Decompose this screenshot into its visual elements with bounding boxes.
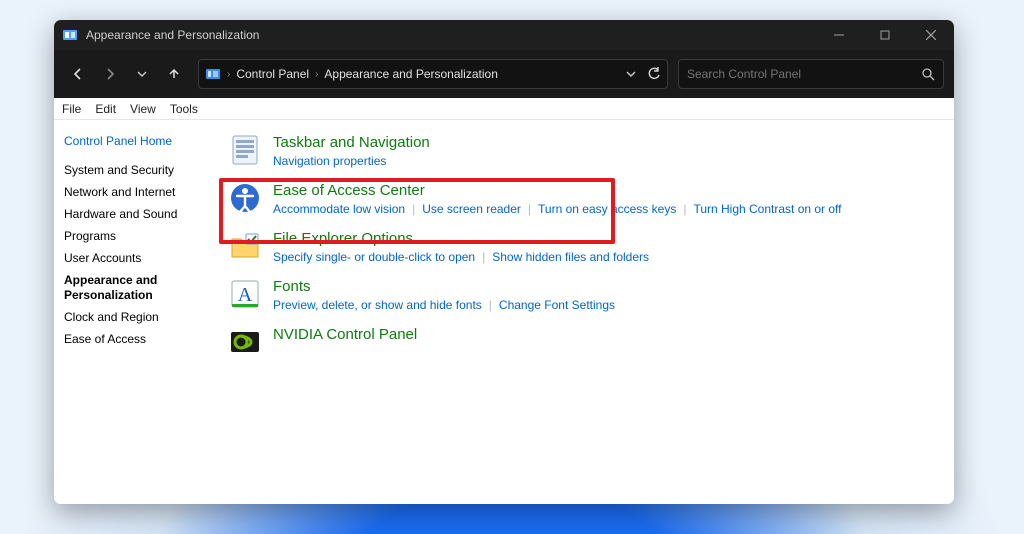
window-title: Appearance and Personalization (86, 28, 259, 42)
category-row: Taskbar and Navigation Navigation propert… (229, 134, 944, 168)
category-row: File Explorer Options Specify single- or … (229, 230, 944, 264)
category-sublink[interactable]: Turn High Contrast on or off (693, 202, 841, 216)
chevron-right-icon: › (315, 69, 318, 80)
titlebar: Appearance and Personalization (54, 20, 954, 50)
separator: | (683, 202, 686, 216)
category-row: NVIDIA Control Panel (229, 326, 944, 358)
breadcrumb-leaf[interactable]: Appearance and Personalization (324, 67, 497, 81)
category-sublink[interactable]: Change Font Settings (499, 298, 615, 312)
menu-tools[interactable]: Tools (170, 102, 198, 116)
close-button[interactable] (908, 20, 954, 50)
back-button[interactable] (64, 60, 92, 88)
content-body: Control Panel Home System and Security Ne… (54, 120, 954, 504)
category-sublink[interactable]: Preview, delete, or show and hide fonts (273, 298, 482, 312)
category-row: A Fonts Preview, delete, or show and hide … (229, 278, 944, 312)
sidebar-item[interactable]: Ease of Access (64, 332, 209, 347)
menu-view[interactable]: View (130, 102, 156, 116)
category-title[interactable]: Fonts (273, 278, 615, 296)
menu-file[interactable]: File (62, 102, 81, 116)
fonts-icon: A (229, 278, 261, 310)
taskbar-icon (229, 134, 261, 166)
control-panel-home-link[interactable]: Control Panel Home (64, 134, 209, 149)
sidebar-item[interactable]: Network and Internet (64, 185, 209, 200)
sidebar-item[interactable]: System and Security (64, 163, 209, 178)
category-sublink[interactable]: Use screen reader (422, 202, 521, 216)
category-title[interactable]: Ease of Access Center (273, 182, 842, 200)
ease-of-access-icon (229, 182, 261, 214)
breadcrumb-root[interactable]: Control Panel (236, 67, 309, 81)
sidebar: Control Panel Home System and Security Ne… (54, 120, 219, 504)
maximize-button[interactable] (862, 20, 908, 50)
control-panel-window: Appearance and Personalization (54, 20, 954, 504)
sidebar-item[interactable]: Clock and Region (64, 310, 209, 325)
forward-button[interactable] (96, 60, 124, 88)
search-input[interactable] (687, 67, 921, 81)
category-sublink[interactable]: Turn on easy access keys (538, 202, 676, 216)
category-sublink[interactable]: Specify single- or double-click to open (273, 250, 475, 264)
navbar: › Control Panel › Appearance and Persona… (54, 50, 954, 98)
separator: | (528, 202, 531, 216)
category-title[interactable]: Taskbar and Navigation (273, 134, 430, 152)
category-sublink[interactable]: Accommodate low vision (273, 202, 405, 216)
chevron-right-icon: › (227, 69, 230, 80)
separator: | (489, 298, 492, 312)
app-icon (62, 27, 78, 43)
minimize-button[interactable] (816, 20, 862, 50)
category-links: Preview, delete, or show and hide fonts |… (273, 298, 615, 312)
sidebar-item[interactable]: User Accounts (64, 251, 209, 266)
menu-edit[interactable]: Edit (95, 102, 116, 116)
address-bar[interactable]: › Control Panel › Appearance and Persona… (198, 59, 668, 89)
category-links: Accommodate low vision | Use screen reader… (273, 202, 842, 216)
refresh-button[interactable] (647, 67, 661, 81)
category-title[interactable]: NVIDIA Control Panel (273, 326, 417, 344)
sidebar-item[interactable]: Hardware and Sound (64, 207, 209, 222)
separator: | (412, 202, 415, 216)
separator: | (482, 250, 485, 264)
control-panel-icon (205, 66, 221, 82)
search-icon (921, 67, 935, 81)
category-sublink[interactable]: Show hidden files and folders (492, 250, 649, 264)
search-box[interactable] (678, 59, 944, 89)
folder-options-icon (229, 230, 261, 262)
svg-text:A: A (238, 284, 253, 306)
up-button[interactable] (160, 60, 188, 88)
desktop-wallpaper: Appearance and Personalization (0, 0, 1024, 534)
category-sublink[interactable]: Navigation properties (273, 154, 386, 168)
menubar: File Edit View Tools (54, 98, 954, 120)
recent-locations-button[interactable] (128, 60, 156, 88)
category-title[interactable]: File Explorer Options (273, 230, 649, 248)
category-links: Navigation properties (273, 154, 430, 168)
nvidia-icon (229, 326, 261, 358)
sidebar-item[interactable]: Appearance and Personalization (64, 273, 209, 303)
address-history-button[interactable] (625, 68, 637, 80)
category-row: Ease of Access Center Accommodate low vis… (229, 182, 944, 216)
category-links: Specify single- or double-click to open |… (273, 250, 649, 264)
sidebar-item[interactable]: Programs (64, 229, 209, 244)
main-content: Taskbar and Navigation Navigation propert… (219, 120, 954, 504)
